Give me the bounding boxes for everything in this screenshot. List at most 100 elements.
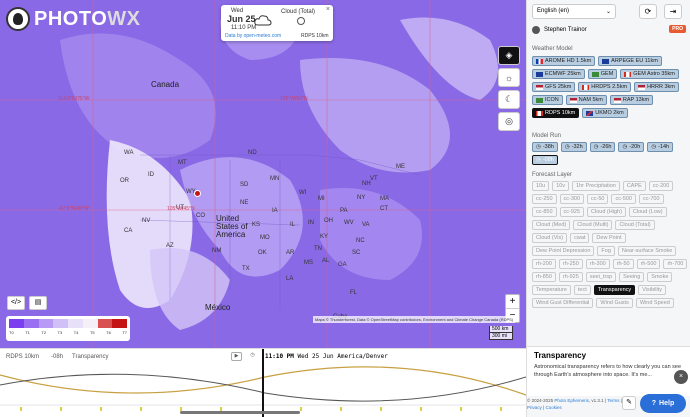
model-chip[interactable]: UKMO 2km: [582, 108, 628, 118]
model-chip[interactable]: GFS 25km: [532, 82, 576, 92]
location-pin[interactable]: [194, 190, 201, 197]
sun-icon[interactable]: ☼: [498, 68, 520, 87]
forecast-layer-list: 10u 10v 1hr Precipitation CAPE cc-200 cc-250 c…: [532, 181, 688, 308]
model-chip[interactable]: RAP 13km: [609, 95, 654, 105]
layer-chip[interactable]: Smoke: [647, 272, 673, 282]
model-chip[interactable]: RDPS 10km: [532, 108, 580, 118]
model-chip[interactable]: ECMWF 25km: [532, 69, 585, 79]
layer-chip[interactable]: cc-300: [559, 194, 585, 204]
layer-chip[interactable]: rh-700: [663, 259, 688, 269]
timeline-scrollbar[interactable]: [180, 411, 300, 414]
run-chip[interactable]: ◷ -38h: [532, 142, 558, 152]
layer-chip[interactable]: Cloud (Vis): [532, 233, 568, 243]
layer-chip[interactable]: 1hr Precipitation: [572, 181, 620, 191]
model-chip[interactable]: ICON: [532, 95, 563, 105]
model-chip[interactable]: GEM: [587, 69, 618, 79]
model-chip[interactable]: HRDPS 2.5km: [578, 82, 632, 92]
layer-chip[interactable]: rh-925: [558, 272, 583, 282]
state-label: AR: [286, 250, 295, 256]
weather-map[interactable]: PHOTOWX Wed Jun 25 11:10 PM Cloud (Total…: [0, 0, 526, 348]
map-attribution[interactable]: Maps © Thunderforest, Data © OpenStreetM…: [313, 316, 516, 323]
layer-chip[interactable]: rh-500: [636, 259, 661, 269]
layer-chip[interactable]: CAPE: [622, 181, 646, 191]
layer-chip[interactable]: cc-700: [639, 194, 664, 204]
zoom-in-button[interactable]: +: [506, 295, 519, 308]
terms-link[interactable]: Terms: [607, 398, 619, 403]
layer-chip[interactable]: cc-50: [587, 194, 609, 204]
layer-chip[interactable]: Cloud (Low): [628, 207, 667, 217]
layer-chip[interactable]: cc-500: [611, 194, 636, 204]
model-chip[interactable]: GEM Astro 35km: [620, 69, 679, 79]
layer-chip[interactable]: rh-250: [558, 259, 583, 269]
layer-chip[interactable]: Dew Point Depression: [532, 246, 595, 256]
layer-chip[interactable]: Seeing: [619, 272, 645, 282]
layer-chip[interactable]: Transparency: [593, 285, 636, 295]
layer-chip[interactable]: cc-925: [559, 207, 585, 217]
clock-icon: ◷: [536, 144, 541, 150]
layer-chip[interactable]: Dew Point: [592, 233, 626, 243]
layer-chip[interactable]: Visibility: [638, 285, 666, 295]
run-chip[interactable]: ◷ -32h: [560, 142, 587, 152]
language-select[interactable]: English (en) ⌄: [532, 4, 616, 19]
collapse-icon[interactable]: ⇥: [664, 4, 682, 19]
state-label: MN: [270, 176, 280, 182]
data-source-link[interactable]: Data by open-meteo.com: [225, 33, 281, 39]
app-logo[interactable]: PHOTOWX: [6, 7, 140, 31]
layer-chip[interactable]: rh-50: [612, 259, 634, 269]
layer-chip[interactable]: Temperature: [532, 285, 571, 295]
flag-icon: [569, 97, 577, 103]
layer-chip[interactable]: Wind Gust Differential: [532, 298, 594, 308]
layer-chip[interactable]: seei_trsp: [585, 272, 617, 282]
layer-chip[interactable]: Wind Gusts: [596, 298, 633, 308]
layer-chip[interactable]: 10v: [552, 181, 570, 191]
document-icon[interactable]: ▤: [29, 296, 47, 310]
layer-chip[interactable]: 10u: [532, 181, 550, 191]
map-tools: </> ▤: [7, 296, 47, 310]
run-chip[interactable]: ◷ -26h: [589, 142, 616, 152]
footer-link[interactable]: Photo Ephemeris: [554, 398, 589, 403]
layer-chip[interactable]: Cloud (Multi): [573, 220, 613, 230]
model-chip[interactable]: ARPEGE EU 11km: [598, 56, 662, 66]
layer-chip[interactable]: Near-surface Smoke: [617, 246, 677, 256]
play-button[interactable]: ▶: [231, 352, 242, 361]
layer-chip[interactable]: rh-200: [532, 259, 556, 269]
weather-info-card: Wed Jun 25 11:10 PM Cloud (Total) Data b…: [221, 5, 333, 41]
timeline[interactable]: RDPS 10km -08h Transparency ▶ ◷ 11:10 PM…: [0, 348, 526, 417]
model-chip[interactable]: HRRR 3km: [634, 82, 679, 92]
clock-icon: [297, 17, 305, 25]
moon-icon[interactable]: ☾: [498, 90, 520, 109]
layer-chip[interactable]: Wind Speed: [635, 298, 674, 308]
run-chip[interactable]: ◷ -14h: [647, 142, 674, 152]
code-icon[interactable]: </>: [7, 296, 25, 310]
model-chip[interactable]: NAM 5km: [565, 95, 607, 105]
chip-label: cwat: [574, 235, 586, 241]
layer-chip[interactable]: tect: [573, 285, 591, 295]
layers-icon[interactable]: ◈: [498, 46, 520, 65]
run-chip[interactable]: ◷ -08h: [532, 155, 558, 165]
layer-chip[interactable]: cwat: [570, 233, 590, 243]
layer-chip[interactable]: cc-850: [532, 207, 557, 217]
model-chip[interactable]: AROME HD 1.5km: [532, 56, 596, 66]
help-button[interactable]: ? Help: [640, 394, 686, 413]
layer-chip[interactable]: Cloud (Total): [615, 220, 655, 230]
layer-chip[interactable]: rh-300: [585, 259, 610, 269]
cookies-link[interactable]: Cookies: [545, 405, 561, 410]
layer-chip[interactable]: Fog: [597, 246, 615, 256]
chip-label: -32h: [571, 144, 583, 150]
chat-icon[interactable]: ✎: [622, 396, 636, 410]
refresh-icon[interactable]: ⟳: [639, 4, 657, 19]
flag-icon: [586, 110, 594, 116]
layer-chip[interactable]: rh-850: [532, 272, 556, 282]
timeline-cursor[interactable]: [262, 349, 264, 417]
layer-chip[interactable]: cc-200: [648, 181, 674, 191]
clock-icon[interactable]: ◷: [247, 352, 258, 361]
close-icon[interactable]: ×: [674, 370, 688, 384]
run-chip[interactable]: ◷ -20h: [618, 142, 645, 152]
layer-chip[interactable]: cc-250: [532, 194, 557, 204]
user-info[interactable]: Stephen Trainor: [532, 26, 587, 34]
target-icon[interactable]: ◎: [498, 112, 520, 131]
layer-chip[interactable]: Cloud (High): [587, 207, 626, 217]
privacy-link[interactable]: Privacy: [527, 405, 542, 410]
close-icon[interactable]: ×: [326, 6, 330, 13]
layer-chip[interactable]: Cloud (Med): [532, 220, 571, 230]
